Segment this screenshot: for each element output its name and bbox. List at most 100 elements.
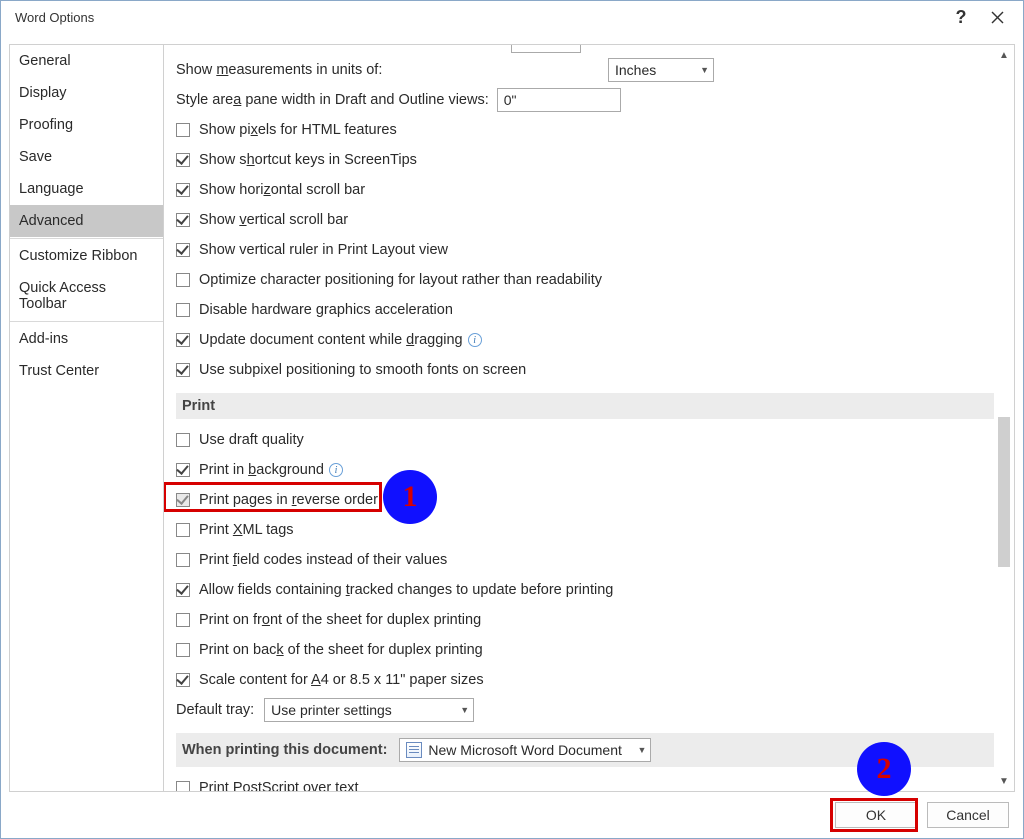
draft-quality-row[interactable]: Use draft quality — [176, 425, 994, 455]
subpixel-row[interactable]: Use subpixel positioning to smooth fonts… — [176, 355, 994, 385]
scroll-down-button[interactable]: ▼ — [996, 773, 1012, 789]
when-printing-doc-name: New Microsoft Word Document — [428, 742, 621, 758]
default-tray-row: Default tray: Use printer settings ▼ — [176, 695, 994, 725]
word-options-window: Word Options ? General Display Proofing … — [0, 0, 1024, 839]
checkbox-label: Show vertical ruler in Print Layout view — [199, 242, 448, 258]
default-tray-combo[interactable]: Use printer settings ▼ — [264, 698, 474, 722]
style-pane-width-label: Style area pane width in Draft and Outli… — [176, 92, 489, 108]
checkbox-label: Print PostScript over text — [199, 780, 359, 792]
titlebar: Word Options ? — [1, 1, 1023, 34]
chevron-down-icon: ▼ — [700, 65, 709, 75]
show-vruler-row[interactable]: Show vertical ruler in Print Layout view — [176, 235, 994, 265]
checkbox[interactable] — [176, 463, 190, 477]
disable-hw-accel-row[interactable]: Disable hardware graphics acceleration — [176, 295, 994, 325]
measurement-units-label: Show measurements in units of: — [176, 62, 382, 78]
sidebar-item-language[interactable]: Language — [10, 173, 163, 205]
ok-button[interactable]: OK — [835, 802, 917, 828]
scale-content-row[interactable]: Scale content for A4 or 8.5 x 11" paper … — [176, 665, 994, 695]
postscript-over-text-row[interactable]: Print PostScript over text — [176, 773, 994, 792]
truncated-combo[interactable]: ▼ — [511, 45, 581, 53]
checkbox[interactable] — [176, 273, 190, 287]
sidebar-item-display[interactable]: Display — [10, 77, 163, 109]
allow-tracked-row[interactable]: Allow fields containing tracked changes … — [176, 575, 994, 605]
checkbox[interactable] — [176, 643, 190, 657]
show-hscroll-row[interactable]: Show horizontal scroll bar — [176, 175, 994, 205]
close-button[interactable] — [979, 1, 1015, 34]
sidebar-item-save[interactable]: Save — [10, 141, 163, 173]
style-pane-width-row: Style area pane width in Draft and Outli… — [176, 85, 994, 115]
checkbox[interactable] — [176, 333, 190, 347]
checkbox[interactable] — [176, 243, 190, 257]
checkbox-label: Print in background — [199, 462, 324, 478]
category-sidebar: General Display Proofing Save Language A… — [9, 44, 164, 792]
measurement-units-value: Inches — [615, 62, 656, 78]
sidebar-item-trust-center[interactable]: Trust Center — [10, 355, 163, 387]
sidebar-item-quick-access[interactable]: Quick Access Toolbar — [10, 272, 163, 320]
checkbox[interactable] — [176, 673, 190, 687]
checkbox-label: Show horizontal scroll bar — [199, 182, 365, 198]
close-icon — [991, 11, 1004, 24]
print-background-row[interactable]: Print in background i — [176, 455, 994, 485]
optimize-positioning-row[interactable]: Optimize character positioning for layou… — [176, 265, 994, 295]
checkbox[interactable] — [176, 123, 190, 137]
checkbox-label: Print on front of the sheet for duplex p… — [199, 612, 481, 628]
checkbox-label: Print field codes instead of their value… — [199, 552, 447, 568]
measurement-units-row: Show measurements in units of: Inches ▼ — [176, 55, 994, 85]
checkbox-label: Show pixels for HTML features — [199, 122, 397, 138]
print-front-row[interactable]: Print on front of the sheet for duplex p… — [176, 605, 994, 635]
checkbox-label: Print XML tags — [199, 522, 294, 538]
chevron-down-icon: ▼ — [567, 45, 576, 46]
sidebar-item-addins[interactable]: Add-ins — [10, 323, 163, 355]
checkbox[interactable] — [176, 613, 190, 627]
checkbox[interactable] — [176, 553, 190, 567]
checkbox-label: Update document content while dragging — [199, 332, 463, 348]
checkbox[interactable] — [176, 213, 190, 227]
measurement-units-combo[interactable]: Inches ▼ — [608, 58, 714, 82]
show-shortcut-keys-row[interactable]: Show shortcut keys in ScreenTips — [176, 145, 994, 175]
print-field-codes-row[interactable]: Print field codes instead of their value… — [176, 545, 994, 575]
default-tray-label: Default tray: — [176, 702, 254, 718]
print-section-header: Print — [176, 393, 994, 419]
when-printing-doc-combo[interactable]: New Microsoft Word Document ▼ — [399, 738, 651, 762]
info-icon[interactable]: i — [329, 463, 343, 477]
checkbox[interactable] — [176, 433, 190, 447]
sidebar-item-general[interactable]: General — [10, 45, 163, 77]
checkbox[interactable] — [176, 583, 190, 597]
checkbox-label: Allow fields containing tracked changes … — [199, 582, 613, 598]
sidebar-item-customize-ribbon[interactable]: Customize Ribbon — [10, 240, 163, 272]
checkbox[interactable] — [176, 303, 190, 317]
style-pane-width-input[interactable]: 0" — [497, 88, 621, 112]
sidebar-item-advanced[interactable]: Advanced — [10, 205, 163, 237]
checkbox-label: Scale content for A4 or 8.5 x 11" paper … — [199, 672, 484, 688]
vertical-scrollbar[interactable]: ▲ ▼ — [996, 47, 1012, 789]
checkbox[interactable] — [176, 493, 190, 507]
checkbox-label: Use draft quality — [199, 432, 304, 448]
checkbox-label: Show vertical scroll bar — [199, 212, 348, 228]
print-reverse-row[interactable]: Print pages in reverse order — [176, 485, 994, 515]
when-printing-section-header: When printing this document: New Microso… — [176, 733, 994, 767]
show-pixels-row[interactable]: Show pixels for HTML features — [176, 115, 994, 145]
default-tray-value: Use printer settings — [271, 702, 392, 718]
checkbox-label: Print pages in reverse order — [199, 492, 378, 508]
window-title: Word Options — [15, 10, 943, 25]
update-while-dragging-row[interactable]: Update document content while dragging i — [176, 325, 994, 355]
checkbox[interactable] — [176, 153, 190, 167]
checkbox[interactable] — [176, 523, 190, 537]
checkbox-label: Disable hardware graphics acceleration — [199, 302, 453, 318]
help-button[interactable]: ? — [943, 1, 979, 34]
cancel-button[interactable]: Cancel — [927, 802, 1009, 828]
chevron-down-icon: ▼ — [460, 705, 469, 715]
info-icon[interactable]: i — [468, 333, 482, 347]
print-back-row[interactable]: Print on back of the sheet for duplex pr… — [176, 635, 994, 665]
sidebar-item-proofing[interactable]: Proofing — [10, 109, 163, 141]
when-printing-title: When printing this document: — [182, 742, 387, 758]
checkbox[interactable] — [176, 363, 190, 377]
checkbox[interactable] — [176, 781, 190, 792]
show-vscroll-row[interactable]: Show vertical scroll bar — [176, 205, 994, 235]
checkbox-label: Use subpixel positioning to smooth fonts… — [199, 362, 526, 378]
checkbox[interactable] — [176, 183, 190, 197]
print-xml-row[interactable]: Print XML tags — [176, 515, 994, 545]
scroll-up-button[interactable]: ▲ — [996, 47, 1012, 63]
dialog-footer: 2 OK Cancel — [1, 792, 1023, 838]
scroll-thumb[interactable] — [998, 417, 1010, 567]
